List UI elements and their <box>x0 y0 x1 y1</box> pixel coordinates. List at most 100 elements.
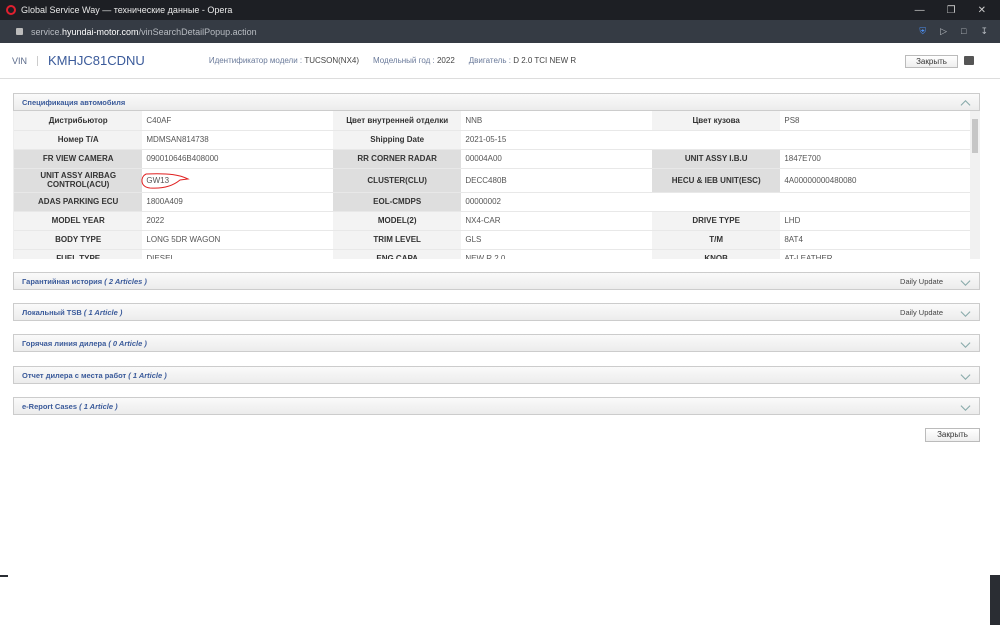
spec-value: PS8 <box>780 111 971 131</box>
spec-label: HECU & IEB UNIT(ESC) <box>651 168 781 193</box>
close-button-top[interactable]: Закрыть <box>905 55 958 68</box>
panel-count: ( 1 Article ) <box>79 401 118 411</box>
spec-row: MODEL YEAR 2022 MODEL(2) NX4-CAR DRIVE TYPE L… <box>14 211 971 231</box>
spec-value: 8AT4 <box>780 230 971 250</box>
spec-row: Номер T/A MDMSAN814738 Shipping Date 2021-0… <box>14 130 971 150</box>
spec-value: 00004A00 <box>461 149 652 169</box>
collapsed-panel[interactable]: Отчет дилера с места работ ( 1 Article ) <box>13 366 980 384</box>
chevron-up-icon[interactable] <box>960 98 971 109</box>
model-id: Идентификатор модели : TUCSON(NX4) <box>209 56 359 65</box>
spec-value: 00000002 <box>461 192 652 212</box>
spec-panel-header[interactable]: Спецификация автомобиля <box>13 93 980 111</box>
opera-logo-icon <box>6 5 16 15</box>
edge-decoration <box>0 575 8 577</box>
address-bar[interactable]: service.hyundai-motor.com/vinSearchDetai… <box>0 20 1000 43</box>
engine-label: Двигатель : <box>468 56 514 65</box>
chevron-down-icon[interactable] <box>960 402 971 413</box>
vpn-shield-icon[interactable]: ⛨ <box>919 26 926 37</box>
spec-label: TRIM LEVEL <box>332 230 462 250</box>
chevron-down-icon[interactable] <box>960 308 971 319</box>
panel-count: ( 1 Article ) <box>128 370 167 380</box>
daily-update-label: Daily Update <box>900 276 943 286</box>
maximize-icon[interactable]: ❐ <box>947 5 956 16</box>
model-year: Модельный год : 2022 <box>373 56 455 65</box>
spec-row: FR VIEW CAMERA 090010646B408000 RR CORNER … <box>14 149 971 169</box>
chevron-down-icon[interactable] <box>960 339 971 350</box>
redacted-vin <box>154 54 195 67</box>
panel-count: ( 2 Articles ) <box>104 276 147 286</box>
spec-row: BODY TYPE LONG 5DR WAGON TRIM LEVEL GLS T/M 8… <box>14 230 971 250</box>
model-id-label: Идентификатор модели : <box>208 56 305 65</box>
collapsed-panel[interactable]: Гарантийная история ( 2 Articles ) Daily … <box>13 272 980 290</box>
spec-value: DIESEL <box>142 249 333 259</box>
url-prefix: service. <box>31 26 63 37</box>
send-icon[interactable]: ▷ <box>940 26 947 37</box>
collapsed-panel[interactable]: Горячая линия дилера ( 0 Article ) <box>13 334 980 352</box>
panel-title: Горячая линия дилера <box>22 338 107 348</box>
spec-value: NNB <box>461 111 652 131</box>
spec-label: Дистрибьютор <box>14 111 143 131</box>
panel-title: Гарантийная история <box>22 276 103 286</box>
spec-value <box>780 192 971 212</box>
browser-title-bar: Global Service Way — технические данные … <box>0 0 1000 20</box>
model-year-value: 2022 <box>436 56 455 65</box>
daily-update-label: Daily Update <box>900 307 943 317</box>
minimize-icon[interactable]: — <box>915 5 925 16</box>
spec-label: EOL-CMDPS <box>332 192 462 212</box>
close-button-bottom[interactable]: Закрыть <box>925 428 980 442</box>
spec-row: FUEL TYPE DIESEL ENG CAPA NEW R 2.0 KNOB AT-L… <box>14 249 971 259</box>
print-icon[interactable] <box>964 56 974 65</box>
spec-label: FR VIEW CAMERA <box>14 149 143 169</box>
panel-title: Отчет дилера с места работ <box>22 370 127 380</box>
spec-label: ADAS PARKING ECU <box>14 192 143 212</box>
spec-scrollbar[interactable] <box>970 111 980 259</box>
engine: Двигатель : D 2.0 TCI NEW R <box>469 56 576 65</box>
spec-label: Номер T/A <box>14 130 143 150</box>
spec-label: Цвет кузова <box>651 111 781 131</box>
model-year-label: Модельный год : <box>373 56 437 65</box>
spec-value: NX4-CAR <box>461 211 652 231</box>
spec-row: ADAS PARKING ECU 1800A409 EOL-CMDPS 0000000… <box>14 192 971 212</box>
spec-value: NEW R 2.0 <box>461 249 652 259</box>
spec-value <box>780 130 971 150</box>
spec-label: RR CORNER RADAR <box>332 149 462 169</box>
spec-value: 1847E700 <box>780 149 971 169</box>
scroll-thumb[interactable] <box>972 119 978 153</box>
spec-row: UNIT ASSY AIRBAG CONTROL(ACU) GW13 CLUSTER… <box>14 168 971 193</box>
spec-label: CLUSTER(CLU) <box>332 168 462 193</box>
spec-label: FUEL TYPE <box>14 249 143 259</box>
url[interactable]: service.hyundai-motor.com/vinSearchDetai… <box>31 27 257 37</box>
box-icon[interactable]: □ <box>961 26 966 37</box>
spec-label: UNIT ASSY AIRBAG CONTROL(ACU) <box>14 168 143 193</box>
spec-value: DECC480B <box>461 168 652 193</box>
vin-label: VIN <box>12 55 39 66</box>
chevron-down-icon[interactable] <box>960 371 971 382</box>
chevron-down-icon[interactable] <box>960 277 971 288</box>
edge-decoration <box>990 575 1000 625</box>
url-path: /vinSearchDetailPopup.action <box>138 26 257 37</box>
collapsed-panel[interactable]: e-Report Cases ( 1 Article ) <box>13 397 980 415</box>
spec-value: 090010646B408000 <box>142 149 333 169</box>
spec-label: Цвет внутренней отделки <box>332 111 462 131</box>
panel-title: Локальный TSB <box>22 307 82 317</box>
spec-label: T/M <box>651 230 781 250</box>
spec-label <box>651 192 781 212</box>
circled-value: GW13 <box>141 172 191 189</box>
spec-label <box>651 130 781 150</box>
model-id-value: TUCSON(NX4) <box>304 56 360 65</box>
panel-title: e-Report Cases <box>22 401 78 411</box>
window-title: Global Service Way — технические данные … <box>21 5 233 15</box>
spec-value: GW13 <box>141 168 333 193</box>
vin-header: VIN KMHJC81CDNU Идентификатор модели : T… <box>0 43 1000 79</box>
spec-label: MODEL(2) <box>332 211 462 231</box>
spec-label: Shipping Date <box>332 130 462 150</box>
close-window-icon[interactable]: ✕ <box>978 5 986 16</box>
spec-value: 2021-05-15 <box>461 130 652 150</box>
spec-value: 2022 <box>142 211 333 231</box>
download-icon[interactable]: ↧ <box>980 26 988 37</box>
spec-value: C40AF <box>142 111 333 131</box>
spec-row: Дистрибьютор C40AF Цвет внутренней отделки… <box>14 111 971 131</box>
spec-value: AT-LEATHER <box>780 249 971 259</box>
collapsed-panel[interactable]: Локальный TSB ( 1 Article ) Daily Update <box>13 303 980 321</box>
spec-label: MODEL YEAR <box>14 211 143 231</box>
